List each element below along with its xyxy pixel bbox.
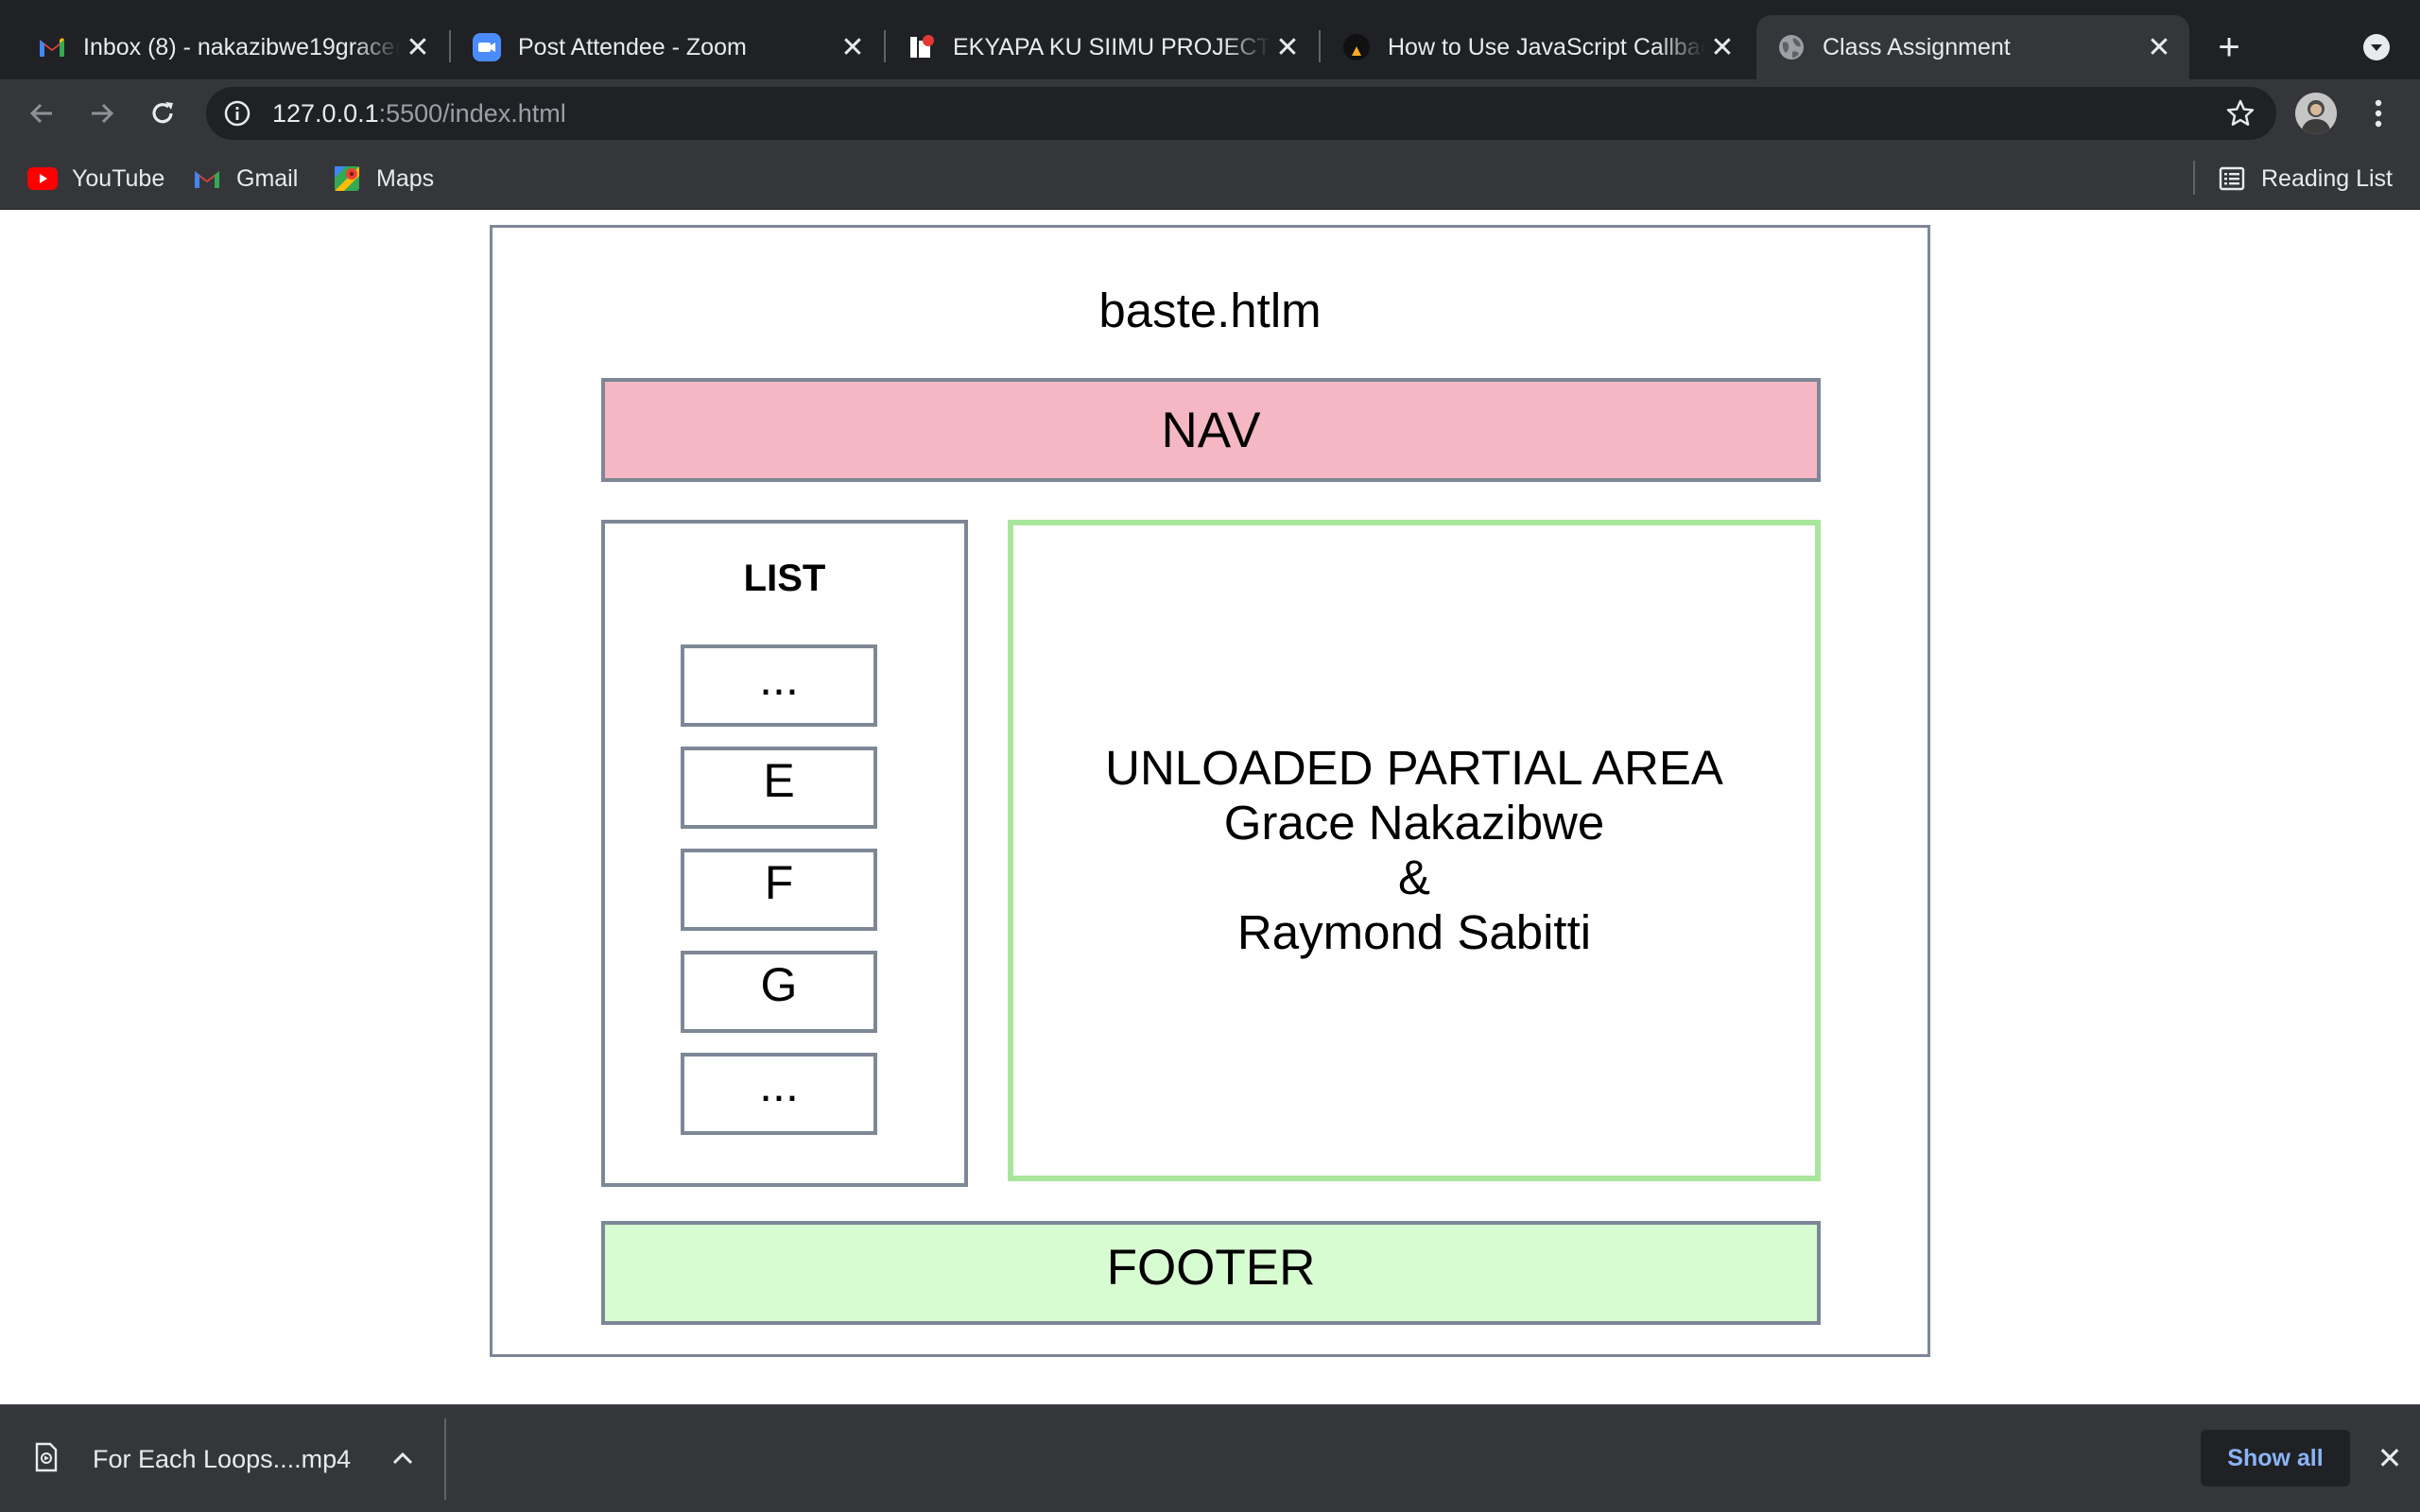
site-icon xyxy=(908,33,936,61)
tab-close-icon[interactable]: ✕ xyxy=(1705,30,1739,64)
list-item-label: F xyxy=(764,855,794,909)
layout-container: baste.htlm NAV LIST ... E F G ... UNLOAD… xyxy=(490,225,1930,1357)
tab-close-icon[interactable]: ✕ xyxy=(2142,30,2176,64)
bookmarks-bar: YouTube Gmail Maps Reading List xyxy=(0,147,2420,210)
forward-arrow-icon[interactable] xyxy=(81,93,123,134)
browser-menu-icon[interactable] xyxy=(2360,93,2397,134)
globe-icon xyxy=(1777,33,1806,61)
youtube-icon xyxy=(26,164,59,193)
reading-list-button[interactable]: Reading List xyxy=(2216,161,2393,197)
url-path: :5500/index.html xyxy=(378,98,566,128)
list-item[interactable]: G xyxy=(681,951,877,1033)
list-title: LIST xyxy=(743,558,826,599)
download-file-name: For Each Loops....mp4 xyxy=(93,1444,352,1473)
tab-title: Inbox (8) - nakazibwe19grace@gmail.com xyxy=(83,33,401,60)
tab-javascript-callbacks[interactable]: How to Use JavaScript Callback Functions… xyxy=(1305,15,1753,79)
zoom-icon xyxy=(473,33,501,61)
list-panel: LIST ... E F G ... xyxy=(601,520,968,1187)
bookmark-label: Maps xyxy=(376,164,435,192)
back-arrow-icon[interactable] xyxy=(21,93,62,134)
bookmark-maps[interactable]: Maps xyxy=(331,161,434,197)
partial-author-2: Raymond Sabitti xyxy=(1236,905,1592,959)
reload-icon[interactable] xyxy=(142,93,183,134)
download-shelf: For Each Loops....mp4 Show all ✕ xyxy=(0,1404,2420,1512)
browser-toolbar: 127.0.0.1:5500/index.html xyxy=(0,79,2420,147)
tab-search-chevron-icon[interactable] xyxy=(2358,28,2395,66)
url-host: 127.0.0.1 xyxy=(272,98,379,128)
list-item[interactable]: E xyxy=(681,747,877,829)
new-tab-plus-icon[interactable]: + xyxy=(2208,26,2250,68)
nav-bar: NAV xyxy=(601,378,1821,482)
bookmark-gmail[interactable]: Gmail xyxy=(191,161,298,197)
tab-title: How to Use JavaScript Callback Functions xyxy=(1388,33,1705,60)
list-item[interactable]: ... xyxy=(681,644,877,727)
tab-title: Class Assignment xyxy=(1823,33,2011,60)
nav-label: NAV xyxy=(1161,402,1261,458)
address-bar[interactable]: 127.0.0.1:5500/index.html xyxy=(206,87,2276,140)
tab-close-icon[interactable]: ✕ xyxy=(1270,30,1305,64)
show-all-button[interactable]: Show all xyxy=(2201,1430,2350,1486)
download-item[interactable]: For Each Loops....mp4 xyxy=(34,1434,351,1485)
shelf-separator xyxy=(444,1418,446,1500)
footer-bar: FOOTER xyxy=(601,1221,1821,1325)
partial-author-1: Grace Nakazibwe xyxy=(1223,796,1605,850)
maps-icon xyxy=(331,164,363,193)
gmail-icon xyxy=(191,164,223,193)
reading-list-icon xyxy=(2216,164,2248,193)
tab-ekyapa-project[interactable]: EKYAPA KU SIIMU PROJECT [ ✕ xyxy=(870,15,1318,79)
list-item-label: ... xyxy=(759,1057,799,1111)
partial-ampersand: & xyxy=(1397,850,1431,904)
footer-label: FOOTER xyxy=(1106,1239,1316,1296)
site-info-icon[interactable] xyxy=(223,99,251,128)
bookmark-label: YouTube xyxy=(72,164,165,192)
tab-title: EKYAPA KU SIIMU PROJECT [ xyxy=(953,33,1270,60)
partial-title: UNLOADED PARTIAL AREA xyxy=(1105,741,1723,795)
tab-gmail-inbox[interactable]: Inbox (8) - nakazibwe19grace@gmail.com ✕ xyxy=(0,15,448,79)
page-viewport: baste.htlm NAV LIST ... E F G ... UNLOAD… xyxy=(0,210,2420,1404)
bookmark-label: Gmail xyxy=(236,164,299,192)
close-shelf-icon[interactable]: ✕ xyxy=(2369,1437,2411,1479)
bookmarks-separator xyxy=(2193,161,2195,195)
tab-zoom[interactable]: Post Attendee - Zoom ✕ xyxy=(435,15,883,79)
bookmark-star-icon[interactable] xyxy=(2225,98,2256,129)
gmail-icon xyxy=(38,33,66,61)
list-item[interactable]: F xyxy=(681,849,877,931)
reading-list-label: Reading List xyxy=(2261,164,2393,192)
list-item-label: E xyxy=(763,753,795,807)
tab-close-icon[interactable]: ✕ xyxy=(401,30,435,64)
page-title: baste.htlm xyxy=(1098,284,1322,337)
site-icon xyxy=(1342,33,1371,61)
tab-strip: Inbox (8) - nakazibwe19grace@gmail.com ✕… xyxy=(0,0,2420,79)
video-file-icon xyxy=(34,1442,64,1476)
profile-avatar[interactable] xyxy=(2295,93,2337,134)
partial-area: UNLOADED PARTIAL AREA Grace Nakazibwe & … xyxy=(1008,520,1821,1181)
tab-class-assignment[interactable]: Class Assignment ✕ xyxy=(1756,15,2189,79)
list-item[interactable]: ... xyxy=(681,1053,877,1135)
url-text: 127.0.0.1:5500/index.html xyxy=(272,99,566,129)
chevron-up-icon[interactable] xyxy=(384,1439,422,1477)
tab-close-icon[interactable]: ✕ xyxy=(836,30,870,64)
list-item-label: G xyxy=(760,957,798,1011)
tab-title: Post Attendee - Zoom xyxy=(518,33,747,60)
bookmark-youtube[interactable]: YouTube xyxy=(26,161,164,197)
list-item-label: ... xyxy=(759,651,799,705)
